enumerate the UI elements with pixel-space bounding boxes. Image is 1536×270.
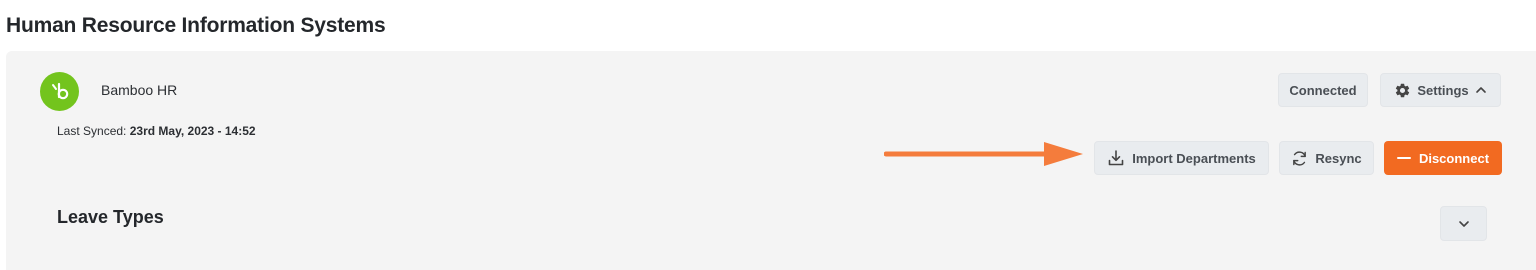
import-departments-label: Import Departments — [1132, 150, 1256, 166]
gear-icon — [1394, 82, 1411, 99]
bamboohr-logo-icon — [40, 72, 79, 111]
chevron-down-icon — [1458, 218, 1470, 230]
provider-name: Bamboo HR — [101, 82, 178, 98]
minus-icon — [1396, 151, 1411, 165]
settings-button[interactable]: Settings — [1380, 73, 1501, 107]
leave-types-title: Leave Types — [57, 207, 164, 227]
resync-button[interactable]: Resync — [1279, 141, 1374, 175]
settings-label: Settings — [1417, 82, 1469, 98]
last-synced: Last Synced: 23rd May, 2023 - 14:52 — [57, 124, 256, 138]
resync-label: Resync — [1315, 150, 1362, 166]
leave-types-toggle-button[interactable] — [1440, 206, 1487, 241]
page-title: Human Resource Information Systems — [6, 14, 386, 37]
refresh-icon — [1291, 150, 1308, 167]
last-synced-value: 23rd May, 2023 - 14:52 — [129, 124, 256, 138]
connected-status-label: Connected — [1289, 82, 1357, 98]
download-icon — [1107, 149, 1125, 167]
connected-status-badge: Connected — [1278, 73, 1368, 107]
disconnect-label: Disconnect — [1418, 150, 1490, 166]
last-synced-label: Last Synced: — [57, 124, 127, 138]
import-departments-button[interactable]: Import Departments — [1094, 141, 1269, 175]
disconnect-button[interactable]: Disconnect — [1384, 141, 1502, 175]
chevron-up-icon — [1475, 84, 1487, 96]
annotation-arrow-icon — [884, 142, 1083, 166]
